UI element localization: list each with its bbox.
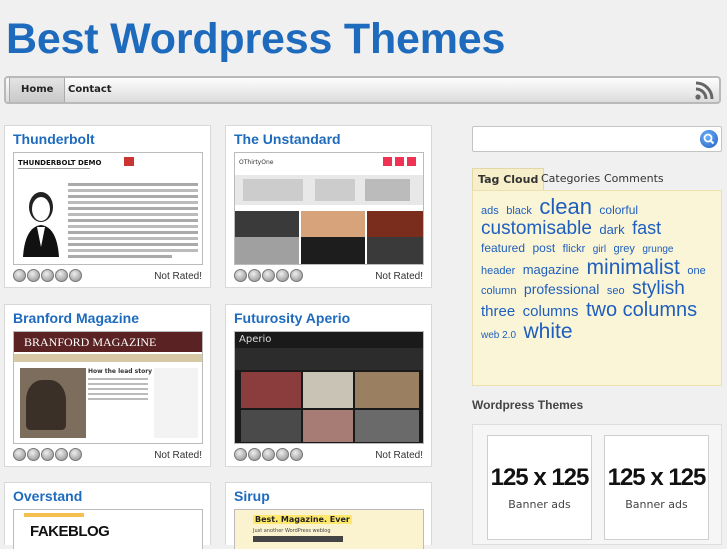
star-icon[interactable] [234,269,247,282]
rss-icon[interactable] [694,81,714,101]
theme-title[interactable]: Overstand [13,488,82,504]
star-icon[interactable] [290,448,303,461]
nav-home[interactable]: Home [9,78,66,102]
theme-card: Branford Magazine BRANFORD MAGAZINE How … [4,304,211,467]
theme-title[interactable]: Thunderbolt [13,131,95,147]
star-icon[interactable] [13,269,26,282]
widget-title: Wordpress Themes [472,398,584,412]
thumb-header: Best. Magazine. Ever [253,515,352,524]
tag-link[interactable]: white [523,320,572,343]
tag-link[interactable]: grunge [642,244,673,255]
star-icon[interactable] [55,269,68,282]
star-icon[interactable] [248,448,261,461]
site-title[interactable]: Best Wordpress Themes [6,14,505,64]
tag-link[interactable]: dark [599,222,624,237]
tag-link[interactable]: colorful [599,203,638,217]
star-rating[interactable] [234,448,303,461]
theme-card: Overstand FAKEBLOG [4,482,211,549]
tag-link[interactable]: columns [523,303,579,320]
tag-link[interactable]: girl [593,244,606,255]
tag-link[interactable]: header [481,265,515,277]
ad-label: Banner ads [508,498,571,511]
star-icon[interactable] [41,448,54,461]
nav-contact[interactable]: Contact [60,78,120,102]
tab-categories[interactable]: Categories [536,168,605,190]
ad-label: Banner ads [625,498,688,511]
thumb-header: Aperio [239,334,272,345]
thumb-header: BRANFORD MAGAZINE [24,335,157,349]
theme-thumbnail[interactable]: FAKEBLOG [13,509,203,549]
star-icon[interactable] [55,448,68,461]
tag-link[interactable]: seo [607,285,625,297]
ad-size: 125 x 125 [490,464,590,491]
rating-text: Not Rated! [154,450,202,461]
tag-link[interactable]: customisable [481,218,592,239]
star-icon[interactable] [41,269,54,282]
tag-link[interactable]: stylish [632,278,685,299]
ad-size: 125 x 125 [607,464,707,491]
tag-link[interactable]: ads [481,205,499,217]
star-icon[interactable] [13,448,26,461]
tag-link[interactable]: post [533,241,556,255]
theme-card: Thunderbolt THUNDERBOLT DEMO Not Rated! [4,125,211,288]
star-icon[interactable] [27,269,40,282]
rating-text: Not Rated! [154,271,202,282]
portrait-illustration [23,192,59,257]
star-rating[interactable] [13,269,82,282]
theme-thumbnail[interactable]: BRANFORD MAGAZINE How the lead story wor… [13,331,203,444]
star-icon[interactable] [27,448,40,461]
star-icon[interactable] [276,269,289,282]
theme-card: Futurosity Aperio Aperio Not Rated! [225,304,432,467]
star-icon[interactable] [69,448,82,461]
star-icon[interactable] [234,448,247,461]
tag-link[interactable]: clean [539,194,592,219]
theme-thumbnail[interactable]: Aperio [234,331,424,444]
tag-link[interactable]: fast [632,218,661,238]
tag-link[interactable]: web 2.0 [481,330,516,341]
theme-thumbnail[interactable]: OThirtyOne [234,152,424,265]
thumb-header: THUNDERBOLT DEMO [18,159,102,167]
tag-link[interactable]: two columns [586,299,697,321]
tag-link[interactable]: magazine [523,262,579,277]
theme-card: The Unstandard OThirtyOne Not Rated! [225,125,432,288]
theme-title[interactable]: Sirup [234,488,270,504]
star-icon[interactable] [248,269,261,282]
theme-thumbnail[interactable]: THUNDERBOLT DEMO [13,152,203,265]
search-input[interactable] [472,126,722,152]
theme-thumbnail[interactable]: Best. Magazine. Ever Just another WordPr… [234,509,424,549]
search-icon[interactable] [700,130,718,148]
tag-link[interactable]: featured [481,241,525,255]
rating-text: Not Rated! [375,271,423,282]
banner-ad[interactable]: 125 x 125 Banner ads [487,435,592,540]
thumb-header: OThirtyOne [239,159,274,166]
theme-title[interactable]: Branford Magazine [13,310,139,326]
star-icon[interactable] [262,269,275,282]
theme-title[interactable]: Futurosity Aperio [234,310,350,326]
star-icon[interactable] [290,269,303,282]
tag-cloud: ads black clean colorful customisable da… [472,190,722,386]
tag-link[interactable]: minimalist [587,256,680,279]
tag-link[interactable]: three [481,303,515,320]
tag-link[interactable]: grey [614,243,635,255]
theme-title[interactable]: The Unstandard [234,131,341,147]
star-rating[interactable] [13,448,82,461]
thumb-subheader: Just another WordPress weblog [253,528,331,534]
banner-ad[interactable]: 125 x 125 Banner ads [604,435,709,540]
theme-card: Sirup Best. Magazine. Ever Just another … [225,482,432,549]
thumb-header: FAKEBLOG [30,523,110,540]
tag-link[interactable]: black [506,205,532,217]
rating-text: Not Rated! [375,450,423,461]
star-icon[interactable] [262,448,275,461]
tag-link[interactable]: flickr [563,243,586,255]
star-icon[interactable] [69,269,82,282]
tab-tag-cloud[interactable]: Tag Cloud [472,168,545,190]
star-icon[interactable] [276,448,289,461]
tab-comments[interactable]: Comments [599,168,669,190]
main-nav: Home Contact [4,76,721,104]
tag-link[interactable]: professional [524,281,600,297]
banner-ads: 125 x 125 Banner ads 125 x 125 Banner ad… [472,424,722,545]
star-rating[interactable] [234,269,303,282]
